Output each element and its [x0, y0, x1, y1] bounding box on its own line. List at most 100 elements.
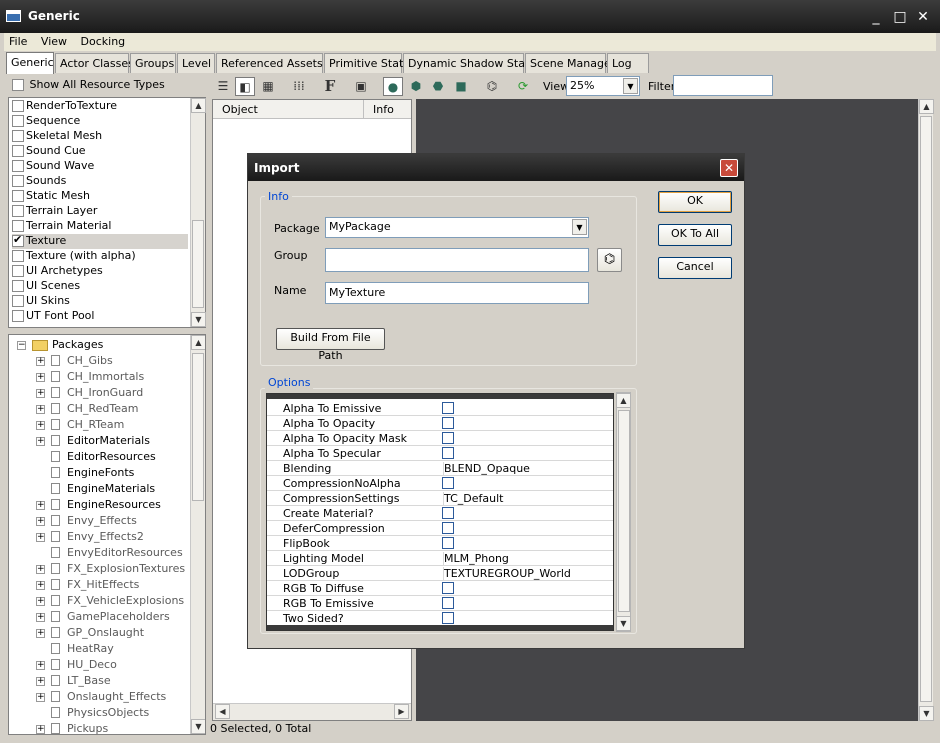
show-all-checkbox[interactable]	[12, 79, 24, 91]
package-item[interactable]: + CH_Gibs	[9, 353, 189, 369]
expand-icon[interactable]: +	[36, 357, 45, 366]
option-row[interactable]: RGB To Diffuse	[267, 581, 613, 596]
group-field[interactable]	[325, 248, 589, 272]
option-row[interactable]: Alpha To Specular	[267, 446, 613, 461]
resource-type-checkbox[interactable]	[12, 280, 24, 292]
resource-list-scrollbar[interactable]: ▲ ▼	[190, 98, 206, 327]
resource-type-item[interactable]: Texture (with alpha)	[12, 249, 188, 264]
expand-icon[interactable]: +	[36, 629, 45, 638]
option-checkbox[interactable]	[442, 432, 454, 444]
packages-tree[interactable]: − Packages + CH_Gibs + CH_Immortals + CH_Iron…	[8, 334, 206, 735]
filter-input[interactable]	[673, 75, 773, 96]
thumbnail-view-icon[interactable]: ▦	[258, 77, 278, 96]
scroll-thumb[interactable]	[192, 220, 204, 308]
scroll-up-icon[interactable]: ▲	[191, 335, 205, 350]
tab-dynamic-shadow-stats[interactable]: Dynamic Shadow Stats	[403, 53, 535, 73]
package-item[interactable]: + Envy_Effects	[9, 513, 189, 529]
option-row[interactable]: Create Material?	[267, 506, 613, 521]
option-checkbox[interactable]	[442, 612, 454, 624]
option-checkbox[interactable]	[442, 537, 454, 549]
expand-icon[interactable]: +	[36, 677, 45, 686]
resource-type-item[interactable]: UI Skins	[12, 294, 188, 309]
viewport-scrollbar[interactable]: ▲ ▼	[918, 99, 934, 721]
sphere-icon[interactable]: ●	[383, 77, 403, 96]
option-checkbox[interactable]	[442, 582, 454, 594]
expand-icon[interactable]: +	[36, 693, 45, 702]
package-item[interactable]: + CH_RTeam	[9, 417, 189, 433]
option-row[interactable]: Lighting Model MLM_Phong	[267, 551, 613, 566]
resource-type-item[interactable]: Static Mesh	[12, 189, 188, 204]
scroll-down-icon[interactable]: ▼	[191, 312, 206, 327]
resource-type-checkbox[interactable]	[12, 310, 24, 322]
sync-icon[interactable]: ⟳	[513, 77, 533, 96]
option-checkbox[interactable]	[442, 417, 454, 429]
scroll-down-icon[interactable]: ▼	[919, 706, 934, 721]
expand-icon[interactable]: +	[36, 581, 45, 590]
expand-icon[interactable]: +	[36, 421, 45, 430]
tab-groups[interactable]: Groups	[130, 53, 176, 73]
image-icon[interactable]: ▣	[351, 77, 371, 96]
binoculars-icon[interactable]: ⌬	[482, 77, 502, 96]
options-scrollbar[interactable]: ▲ ▼	[616, 392, 631, 632]
resource-type-item[interactable]: UI Archetypes	[12, 264, 188, 279]
scroll-up-icon[interactable]: ▲	[616, 393, 631, 408]
expand-icon[interactable]: +	[36, 437, 45, 446]
expand-icon[interactable]: +	[36, 373, 45, 382]
scroll-thumb[interactable]	[920, 116, 932, 702]
resource-type-item[interactable]: UI Scenes	[12, 279, 188, 294]
package-item[interactable]: HeatRay	[9, 641, 189, 657]
scroll-up-icon[interactable]: ▲	[919, 99, 934, 114]
column-object[interactable]: Object	[222, 103, 258, 116]
build-from-file-path-button[interactable]: Build From File Path	[276, 328, 385, 362]
package-item[interactable]: + Onslaught_Effects	[9, 689, 189, 705]
cube-icon[interactable]: ⬢	[406, 77, 426, 96]
resource-type-item[interactable]: Skeletal Mesh	[12, 129, 188, 144]
option-row[interactable]: Blending BLEND_Opaque	[267, 461, 613, 476]
menu-view[interactable]: View	[36, 33, 72, 48]
name-field[interactable]: MyTexture	[325, 282, 589, 304]
expand-icon[interactable]: +	[36, 565, 45, 574]
resource-type-item[interactable]: Sound Wave	[12, 159, 188, 174]
tab-actor-classes[interactable]: Actor Classes	[55, 53, 134, 73]
tab-scene-manager[interactable]: Scene Manager	[525, 53, 615, 73]
resource-type-checkbox[interactable]	[12, 265, 24, 277]
resource-type-checkbox[interactable]	[12, 160, 24, 172]
option-value[interactable]: MLM_Phong	[443, 552, 509, 566]
tab-level[interactable]: Level	[177, 53, 215, 73]
collapse-icon[interactable]: −	[17, 341, 26, 350]
view-zoom-select[interactable]: 25% ▼	[566, 76, 640, 96]
resource-type-item[interactable]: Terrain Material	[12, 219, 188, 234]
resource-type-item[interactable]: Sound Cue	[12, 144, 188, 159]
tab-log[interactable]: Log	[607, 53, 649, 73]
scroll-right-icon[interactable]: ▶	[394, 704, 409, 719]
ok-button[interactable]: OK	[658, 191, 732, 213]
ok-to-all-button[interactable]: OK To All	[658, 224, 732, 246]
resource-type-checkbox[interactable]	[12, 100, 24, 112]
options-property-grid[interactable]: Alpha To Emissive Alpha To Opacity Alpha T…	[266, 393, 614, 631]
scroll-up-icon[interactable]: ▲	[191, 98, 206, 113]
option-row[interactable]: FlipBook	[267, 536, 613, 551]
close-icon[interactable]: ✕	[915, 9, 931, 25]
resource-type-item[interactable]: Terrain Layer	[12, 204, 188, 219]
package-item[interactable]: + EditorMaterials	[9, 433, 189, 449]
package-item[interactable]: + CH_IronGuard	[9, 385, 189, 401]
cancel-button[interactable]: Cancel	[658, 257, 732, 279]
package-select[interactable]: MyPackage ▼	[325, 217, 589, 238]
split-view-icon[interactable]: ◧	[235, 77, 255, 96]
package-item[interactable]: EditorResources	[9, 449, 189, 465]
resource-type-checkbox[interactable]	[12, 295, 24, 307]
option-value[interactable]: TC_Default	[443, 492, 503, 506]
resource-type-checkbox[interactable]	[12, 145, 24, 157]
option-value[interactable]: TEXTUREGROUP_World	[443, 567, 571, 581]
resource-type-item[interactable]: Sequence	[12, 114, 188, 129]
expand-icon[interactable]: +	[36, 501, 45, 510]
package-item[interactable]: EnvyEditorResources	[9, 545, 189, 561]
plane-icon[interactable]: ■	[451, 77, 471, 96]
chevron-down-icon[interactable]: ▼	[623, 78, 638, 94]
package-item[interactable]: + LT_Base	[9, 673, 189, 689]
expand-icon[interactable]: +	[36, 613, 45, 622]
package-item[interactable]: + GP_Onslaught	[9, 625, 189, 641]
package-item[interactable]: + EngineResources	[9, 497, 189, 513]
resource-type-list[interactable]: RenderToTexture Sequence Skeletal Mesh Soun…	[8, 97, 206, 328]
expand-icon[interactable]: +	[36, 725, 45, 734]
